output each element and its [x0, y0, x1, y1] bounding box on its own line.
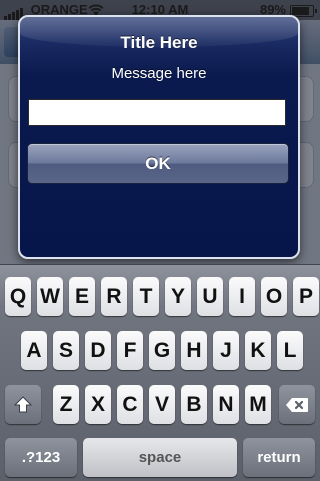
key-n[interactable]: N — [213, 385, 239, 424]
keyboard: Q W E R T Y U I O P A S D F G H J K L Z … — [0, 264, 320, 481]
numbers-key[interactable]: .?123 — [5, 438, 77, 477]
key-h[interactable]: H — [181, 331, 207, 370]
key-i[interactable]: I — [229, 277, 255, 316]
key-f[interactable]: F — [117, 331, 143, 370]
key-w[interactable]: W — [37, 277, 63, 316]
alert-dialog: Title Here Message here OK — [18, 15, 300, 259]
key-k[interactable]: K — [245, 331, 271, 370]
key-a[interactable]: A — [21, 331, 47, 370]
key-s[interactable]: S — [53, 331, 79, 370]
key-p[interactable]: P — [293, 277, 319, 316]
key-v[interactable]: V — [149, 385, 175, 424]
alert-title: Title Here — [120, 33, 198, 52]
key-z[interactable]: Z — [53, 385, 79, 424]
ok-button[interactable]: OK — [27, 143, 289, 184]
delete-icon — [286, 397, 308, 412]
key-m[interactable]: M — [245, 385, 271, 424]
key-l[interactable]: L — [277, 331, 303, 370]
return-key[interactable]: return — [243, 438, 315, 477]
shift-key[interactable] — [5, 385, 41, 424]
key-u[interactable]: U — [197, 277, 223, 316]
return-key-label: return — [257, 449, 301, 466]
key-j[interactable]: J — [213, 331, 239, 370]
key-y[interactable]: Y — [165, 277, 191, 316]
alert-message: Message here — [111, 65, 207, 82]
key-c[interactable]: C — [117, 385, 143, 424]
space-key-label: space — [138, 449, 182, 466]
key-e[interactable]: E — [69, 277, 95, 316]
key-d[interactable]: D — [85, 331, 111, 370]
key-g[interactable]: G — [149, 331, 175, 370]
space-key[interactable]: space — [83, 438, 237, 477]
alert-text-field[interactable] — [28, 99, 286, 126]
numbers-key-label: .?123 — [21, 449, 61, 466]
delete-key[interactable] — [279, 385, 315, 424]
key-b[interactable]: B — [181, 385, 207, 424]
shift-icon — [13, 395, 33, 412]
key-q[interactable]: Q — [5, 277, 31, 316]
key-o[interactable]: O — [261, 277, 287, 316]
key-t[interactable]: T — [133, 277, 159, 316]
key-r[interactable]: R — [101, 277, 127, 316]
key-x[interactable]: X — [85, 385, 111, 424]
